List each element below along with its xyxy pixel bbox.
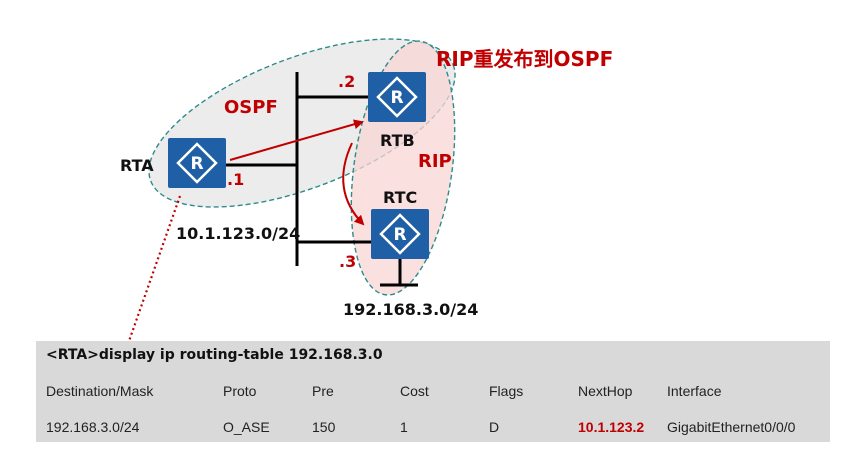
router-rtc: [369, 207, 431, 261]
callout-line: [126, 195, 182, 345]
router-rta: [166, 136, 228, 190]
lan-network-label: 192.168.3.0/24: [343, 300, 479, 319]
ospf-area-label: OSPF: [224, 97, 278, 118]
router-rtb-label: RTB: [380, 131, 415, 150]
interface-rtb: .2: [338, 72, 356, 91]
header-flags: Flags: [489, 383, 524, 399]
terminal-command: <RTA>display ip routing-table 192.168.3.…: [46, 347, 383, 363]
router-rta-label: RTA: [120, 156, 154, 175]
routing-table-output: <RTA>display ip routing-table 192.168.3.…: [36, 341, 830, 442]
interface-rta: .1: [227, 170, 245, 189]
header-interface: Interface: [667, 383, 722, 399]
interface-rtc: .3: [339, 252, 357, 271]
row-nexthop: 10.1.123.2: [578, 419, 645, 435]
row-destination: 192.168.3.0/24: [46, 419, 140, 435]
rip-area-label: RIP: [418, 151, 452, 172]
router-rtc-label: RTC: [383, 188, 418, 207]
header-pre: Pre: [312, 383, 334, 399]
header-proto: Proto: [223, 383, 257, 399]
row-pre: 150: [312, 419, 336, 435]
row-cost: 1: [400, 419, 408, 435]
row-flags: D: [489, 419, 500, 435]
diagram-title: RIP重发布到OSPF: [436, 47, 614, 71]
header-nexthop: NextHop: [578, 383, 633, 399]
router-rtb: [366, 70, 428, 124]
header-cost: Cost: [400, 383, 429, 399]
row-interface: GigabitEthernet0/0/0: [667, 419, 796, 435]
header-destination: Destination/Mask: [46, 383, 154, 399]
row-proto: O_ASE: [223, 419, 270, 435]
network-segment-label: 10.1.123.0/24: [176, 224, 301, 243]
